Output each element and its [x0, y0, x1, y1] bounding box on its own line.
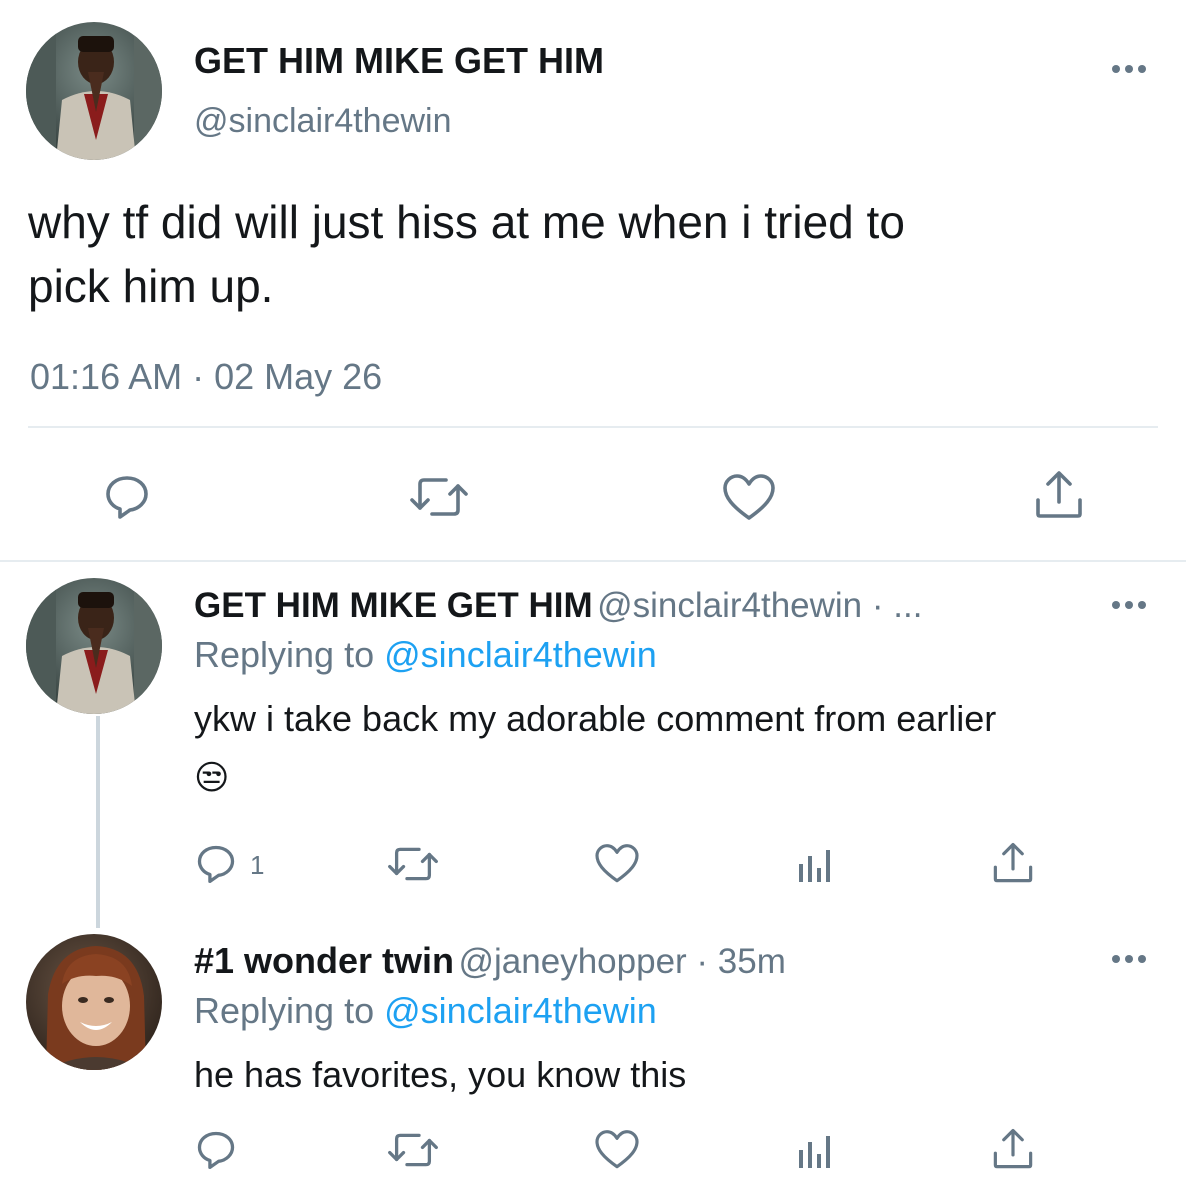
- comment-icon[interactable]: [196, 1130, 236, 1170]
- reply-author-avatar[interactable]: [26, 934, 162, 1070]
- analytics-icon[interactable]: [798, 846, 832, 884]
- retweet-icon[interactable]: [388, 844, 438, 884]
- comment-icon[interactable]: [196, 844, 236, 884]
- reply-header: GET HIM MIKE GET HIM @sinclair4thewin · …: [194, 586, 922, 626]
- avatar-image: [26, 22, 162, 160]
- divider: [0, 560, 1186, 562]
- replying-to-label: Replying to: [194, 634, 375, 675]
- thread-connector-line: [96, 716, 100, 928]
- tweet-text-line: pick him up.: [28, 260, 274, 312]
- analytics-icon[interactable]: [798, 1132, 832, 1170]
- divider: [28, 426, 1158, 428]
- replying-to-mention[interactable]: @sinclair4thewin: [384, 990, 657, 1031]
- avatar-image: [26, 934, 162, 1070]
- reply-author-display-name[interactable]: GET HIM MIKE GET HIM: [194, 586, 593, 625]
- reply-header: #1 wonder twin @janeyhopper · 35m: [194, 940, 786, 982]
- tweet-text-line: why tf did will just hiss at me when i t…: [28, 196, 905, 248]
- author-avatar[interactable]: [26, 22, 162, 160]
- author-handle[interactable]: @sinclair4thewin: [194, 102, 452, 141]
- reply-author-handle[interactable]: @sinclair4thewin · ...: [597, 586, 922, 625]
- avatar-image: [26, 578, 162, 714]
- replying-to-line: Replying to @sinclair4thewin: [194, 990, 657, 1032]
- reply-author-display-name[interactable]: #1 wonder twin: [194, 940, 454, 981]
- more-horizontal-icon[interactable]: [1112, 64, 1146, 74]
- reply-text: he has favorites, you know this: [194, 1054, 687, 1095]
- heart-icon[interactable]: [594, 1130, 640, 1170]
- replying-to-mention[interactable]: @sinclair4thewin: [384, 634, 657, 675]
- heart-icon[interactable]: [722, 474, 776, 522]
- tweet-text: why tf did will just hiss at me when i t…: [28, 190, 1158, 318]
- tweet-timestamp[interactable]: 01:16 AM · 02 May 26: [30, 356, 382, 398]
- more-horizontal-icon[interactable]: [1112, 600, 1146, 610]
- replying-to-line: Replying to @sinclair4thewin: [194, 634, 657, 676]
- share-icon[interactable]: [992, 842, 1034, 884]
- share-icon[interactable]: [992, 1128, 1034, 1170]
- reply-author-handle[interactable]: @janeyhopper · 35m: [459, 942, 786, 981]
- author-display-name[interactable]: GET HIM MIKE GET HIM: [194, 40, 604, 82]
- replying-to-label: Replying to: [194, 990, 375, 1031]
- heart-icon[interactable]: [594, 844, 640, 884]
- more-horizontal-icon[interactable]: [1112, 954, 1146, 964]
- share-icon[interactable]: [1034, 470, 1084, 520]
- reply-text: ykw i take back my adorable comment from…: [194, 698, 997, 739]
- retweet-icon[interactable]: [410, 474, 468, 520]
- reply-count: 1: [250, 850, 265, 880]
- comment-icon[interactable]: [104, 474, 150, 520]
- reply-author-avatar[interactable]: [26, 578, 162, 714]
- retweet-icon[interactable]: [388, 1130, 438, 1170]
- unamused-face-emoji: 😒: [194, 759, 230, 797]
